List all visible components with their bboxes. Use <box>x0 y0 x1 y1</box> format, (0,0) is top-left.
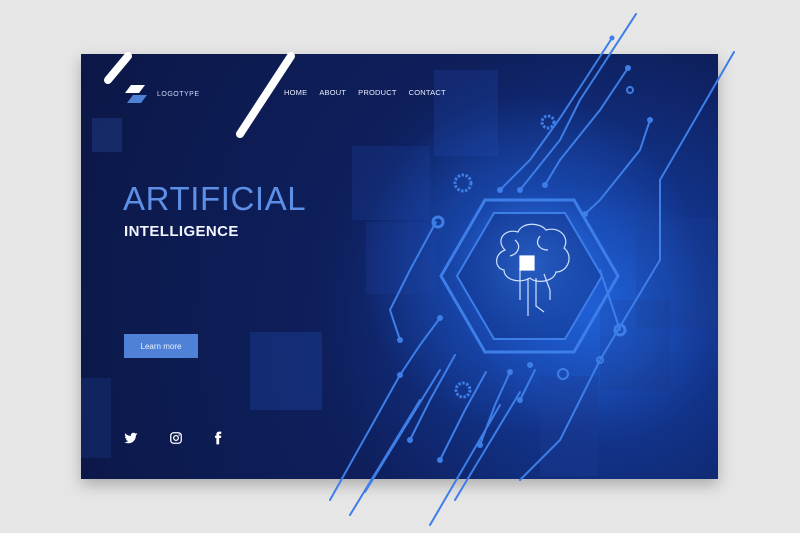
logo-text: LOGOTYPE <box>157 90 200 98</box>
nav-item-product[interactable]: PRODUCT <box>358 88 396 97</box>
hero-title: ARTIFICIAL <box>123 180 307 217</box>
top-nav: HOME ABOUT PRODUCT CONTACT <box>284 88 446 97</box>
nav-item-home[interactable]: HOME <box>284 88 307 97</box>
landing-page <box>81 54 718 479</box>
nav-item-contact[interactable]: CONTACT <box>409 88 446 97</box>
twitter-icon[interactable] <box>124 431 138 445</box>
learn-more-button[interactable]: Learn more <box>124 334 198 358</box>
logo[interactable]: LOGOTYPE <box>125 85 200 103</box>
hero-subtitle: INTELLIGENCE <box>124 223 239 240</box>
instagram-icon[interactable] <box>169 431 183 445</box>
logo-icon <box>125 85 147 103</box>
facebook-icon[interactable] <box>211 431 225 445</box>
nav-item-about[interactable]: ABOUT <box>319 88 346 97</box>
